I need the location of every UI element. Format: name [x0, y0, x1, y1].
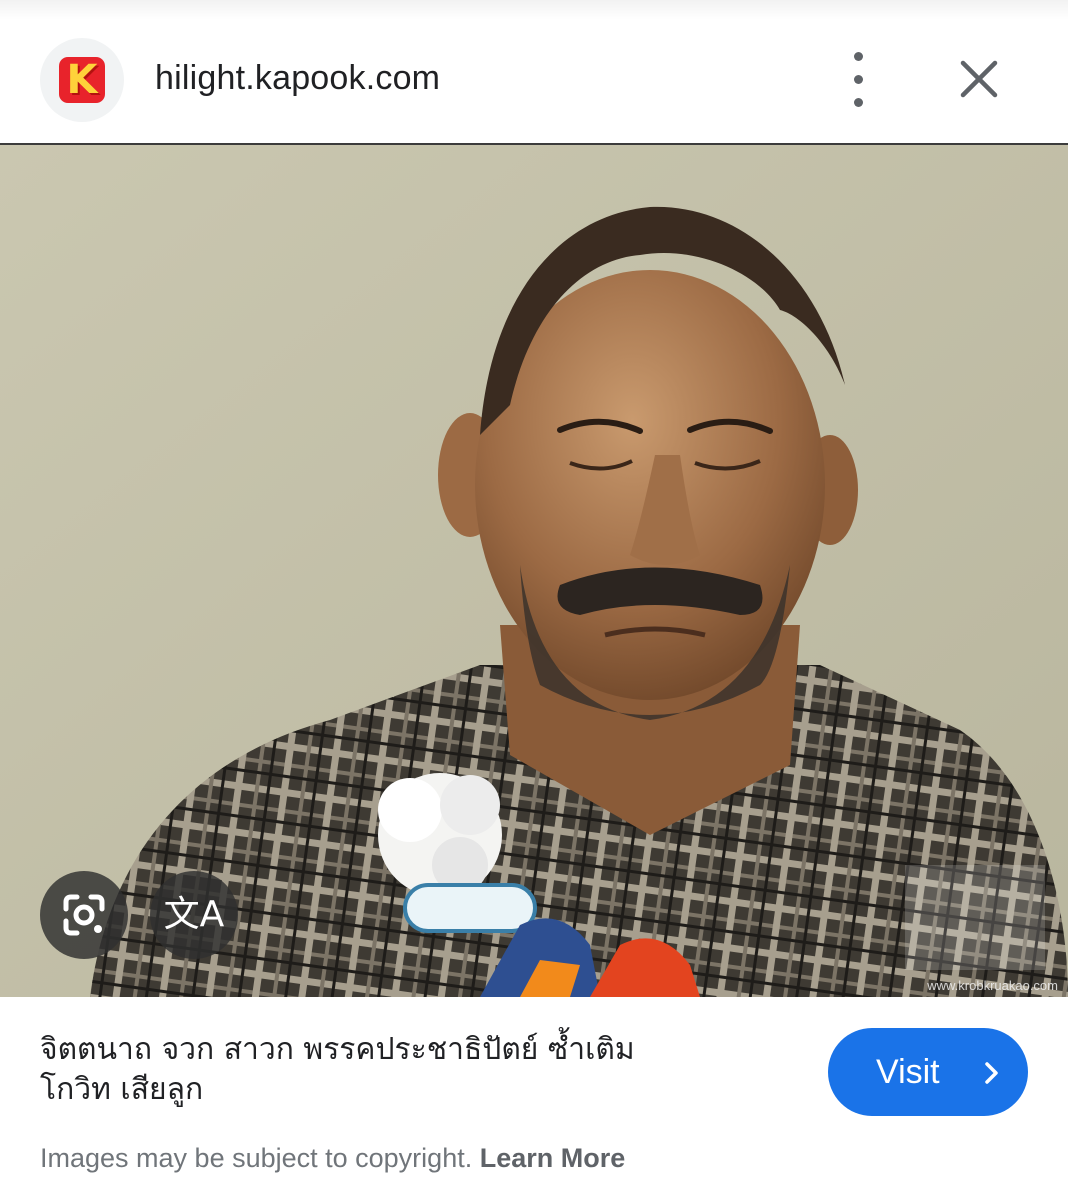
close-button[interactable] [952, 52, 1006, 106]
image-viewer-header: K hilight.kapook.com [0, 20, 1068, 145]
more-vert-icon [854, 52, 863, 61]
kapook-logo: K [59, 57, 105, 103]
visit-button[interactable]: Visit [828, 1028, 1028, 1116]
site-domain[interactable]: hilight.kapook.com [155, 56, 440, 100]
more-vert-icon-dot [854, 98, 863, 107]
more-options-button[interactable] [835, 48, 885, 112]
site-favicon[interactable]: K [40, 38, 124, 122]
google-lens-button[interactable] [40, 871, 128, 959]
close-icon [960, 60, 998, 98]
image-title[interactable]: จิตตนาถ จวก สาวก พรรคประชาธิปัตย์ ซ้ำเติ… [40, 1030, 790, 1110]
image-title-line-1: จิตตนาถ จวก สาวก พรรคประชาธิปัตย์ ซ้ำเติ… [40, 1032, 635, 1067]
translate-button[interactable]: 文A [150, 871, 238, 959]
preview-image[interactable]: www.krobkruakao.com 文A [0, 145, 1068, 997]
top-fade [0, 0, 1068, 20]
chevron-right-icon [985, 1062, 998, 1084]
watermark-text: www.krobkruakao.com [926, 978, 1058, 993]
photo-illustration: www.krobkruakao.com [0, 145, 1068, 997]
kapook-logo-letter: K [66, 57, 98, 103]
translate-icon: 文A [163, 894, 225, 935]
google-lens-icon [63, 894, 105, 936]
copyright-text: Images may be subject to copyright. [40, 1143, 473, 1173]
more-vert-icon-dot [854, 75, 863, 84]
copyright-notice: Images may be subject to copyright. Lear… [40, 1138, 625, 1178]
visit-button-label: Visit [876, 1053, 940, 1091]
learn-more-link[interactable]: Learn More [480, 1143, 626, 1173]
image-title-line-2: โกวิท เสียลูก [40, 1072, 204, 1107]
